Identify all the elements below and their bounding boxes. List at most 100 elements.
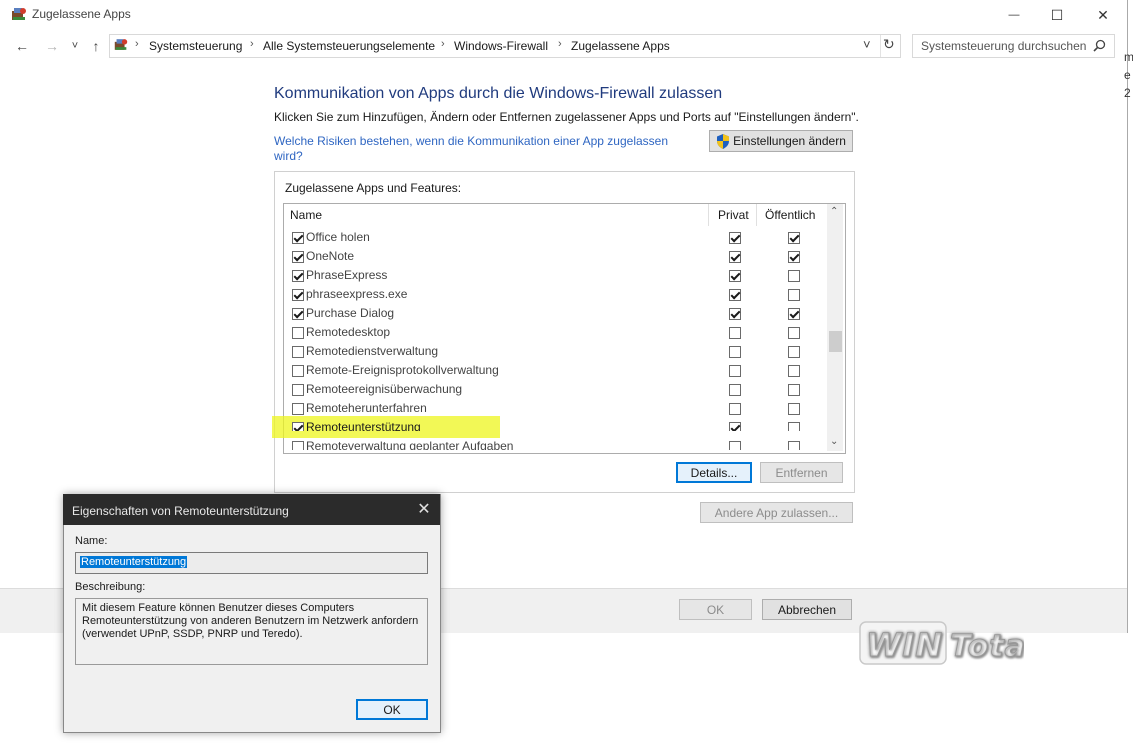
search-icon[interactable] — [1093, 39, 1106, 55]
forward-button[interactable]: → — [42, 37, 62, 55]
app-name: Remotedesktop — [306, 325, 391, 339]
column-header-private[interactable]: Privat — [718, 208, 749, 222]
description-field[interactable]: Mit diesem Feature können Benutzer diese… — [75, 598, 428, 665]
recent-locations-button[interactable]: ˅ — [68, 37, 82, 55]
list-item[interactable]: PhraseExpress — [284, 266, 827, 285]
remove-button[interactable]: Entfernen — [760, 462, 843, 483]
search-input[interactable]: Systemsteuerung durchsuchen — [921, 39, 1086, 53]
public-network-checkbox[interactable] — [788, 251, 800, 263]
breadcrumb-item[interactable]: Windows-Firewall — [454, 39, 548, 53]
breadcrumb-separator-icon: › — [135, 38, 139, 50]
public-network-checkbox[interactable] — [788, 289, 800, 301]
app-name: PhraseExpress — [306, 268, 388, 282]
app-enabled-checkbox[interactable] — [292, 441, 304, 450]
chevron-down-icon: ˅ — [71, 40, 79, 52]
address-dropdown-button[interactable]: ˅ — [863, 37, 871, 52]
private-network-checkbox[interactable] — [729, 270, 741, 282]
public-network-checkbox[interactable] — [788, 441, 800, 450]
dialog-title: Eigenschaften von Remoteunterstützung — [72, 504, 289, 518]
private-network-checkbox[interactable] — [729, 251, 741, 263]
list-item[interactable]: Remotedesktop — [284, 323, 827, 342]
public-network-checkbox[interactable] — [788, 365, 800, 377]
allow-other-app-button[interactable]: Andere App zulassen... — [700, 502, 853, 523]
app-enabled-checkbox[interactable] — [292, 403, 304, 415]
public-network-checkbox[interactable] — [788, 384, 800, 396]
up-button[interactable]: ↑ — [87, 37, 105, 55]
name-label: Name: — [75, 535, 108, 547]
list-item[interactable]: Remote-Ereignisprotokollverwaltung — [284, 361, 827, 380]
list-item[interactable]: Office holen — [284, 228, 827, 247]
list-item[interactable]: Remotedienstverwaltung — [284, 342, 827, 361]
breadcrumb-item[interactable]: Alle Systemsteuerungselemente — [263, 39, 435, 53]
search-box[interactable]: Systemsteuerung durchsuchen — [912, 34, 1115, 58]
private-network-checkbox[interactable] — [729, 441, 741, 450]
public-network-checkbox[interactable] — [788, 232, 800, 244]
app-enabled-checkbox[interactable] — [292, 346, 304, 358]
private-network-checkbox[interactable] — [729, 365, 741, 377]
public-network-checkbox[interactable] — [788, 327, 800, 339]
address-bar[interactable]: › Systemsteuerung › Alle Systemsteuerung… — [109, 34, 901, 58]
uac-shield-icon — [716, 133, 730, 149]
app-enabled-checkbox[interactable] — [292, 365, 304, 377]
address-divider — [880, 35, 881, 57]
cancel-button[interactable]: Abbrechen — [762, 599, 852, 620]
public-network-checkbox[interactable] — [788, 403, 800, 415]
private-network-checkbox[interactable] — [729, 403, 741, 415]
app-enabled-checkbox[interactable] — [292, 384, 304, 396]
public-network-checkbox[interactable] — [788, 270, 800, 282]
app-enabled-checkbox[interactable] — [292, 289, 304, 301]
list-item[interactable]: phraseexpress.exe — [284, 285, 827, 304]
svg-text:WIN: WIN — [866, 626, 943, 664]
private-network-checkbox[interactable] — [729, 308, 741, 320]
private-network-checkbox[interactable] — [729, 422, 741, 431]
maximize-button[interactable]: ☐ — [1034, 0, 1080, 30]
scroll-up-icon[interactable]: ⌃ — [830, 206, 838, 217]
app-name: Remoteverwaltung geplanter Aufgaben — [306, 439, 514, 450]
private-network-checkbox[interactable] — [729, 289, 741, 301]
public-network-checkbox[interactable] — [788, 422, 800, 431]
apps-group-label: Zugelassene Apps und Features: — [285, 181, 462, 195]
list-item[interactable]: Remoteverwaltung geplanter Aufgaben — [284, 437, 827, 450]
private-network-checkbox[interactable] — [729, 346, 741, 358]
list-item[interactable]: Remoteunterstützung — [284, 418, 827, 431]
app-enabled-checkbox[interactable] — [292, 308, 304, 320]
private-network-checkbox[interactable] — [729, 327, 741, 339]
list-item[interactable]: Purchase Dialog — [284, 304, 827, 323]
app-enabled-checkbox[interactable] — [292, 270, 304, 282]
list-item[interactable]: Remoteereignisüberwachung — [284, 380, 827, 399]
scrollbar-thumb[interactable] — [829, 331, 842, 352]
column-header-name[interactable]: Name — [290, 208, 322, 222]
private-network-checkbox[interactable] — [729, 232, 741, 244]
change-settings-button[interactable]: Einstellungen ändern — [709, 130, 853, 152]
breadcrumb-separator-icon: › — [441, 38, 445, 50]
column-header-public[interactable]: Öffentlich — [765, 208, 815, 222]
app-enabled-checkbox[interactable] — [292, 251, 304, 263]
app-name: phraseexpress.exe — [306, 287, 408, 301]
close-button[interactable]: ✕ — [1080, 0, 1126, 30]
ok-button[interactable]: OK — [679, 599, 752, 620]
breadcrumb-item[interactable]: Systemsteuerung — [149, 39, 242, 53]
public-network-checkbox[interactable] — [788, 346, 800, 358]
window-title: Zugelassene Apps — [32, 7, 131, 21]
minimize-button[interactable]: — — [991, 0, 1037, 30]
app-enabled-checkbox[interactable] — [292, 232, 304, 244]
app-enabled-checkbox[interactable] — [292, 327, 304, 339]
back-button[interactable]: ← — [12, 37, 32, 55]
breadcrumb-item[interactable]: Zugelassene Apps — [571, 39, 670, 53]
description-label: Beschreibung: — [75, 581, 146, 593]
risk-help-link[interactable]: Welche Risiken bestehen, wenn die Kommun… — [274, 134, 684, 164]
refresh-button[interactable]: ↻ — [883, 36, 895, 53]
list-scrollbar[interactable]: ⌃ ⌄ — [827, 204, 843, 451]
dialog-ok-button[interactable]: OK — [356, 699, 428, 720]
app-name: OneNote — [306, 249, 355, 263]
private-network-checkbox[interactable] — [729, 384, 741, 396]
name-field-value[interactable]: Remoteunterstützung — [80, 556, 188, 568]
scroll-down-icon[interactable]: ⌄ — [830, 436, 838, 447]
details-button[interactable]: Details... — [676, 462, 752, 483]
public-network-checkbox[interactable] — [788, 308, 800, 320]
list-item[interactable]: OneNote — [284, 247, 827, 266]
background-text: m — [1124, 50, 1133, 64]
app-enabled-checkbox[interactable] — [292, 422, 304, 431]
chevron-down-icon: ˅ — [863, 37, 871, 52]
dialog-close-button[interactable]: ✕ — [414, 499, 434, 519]
